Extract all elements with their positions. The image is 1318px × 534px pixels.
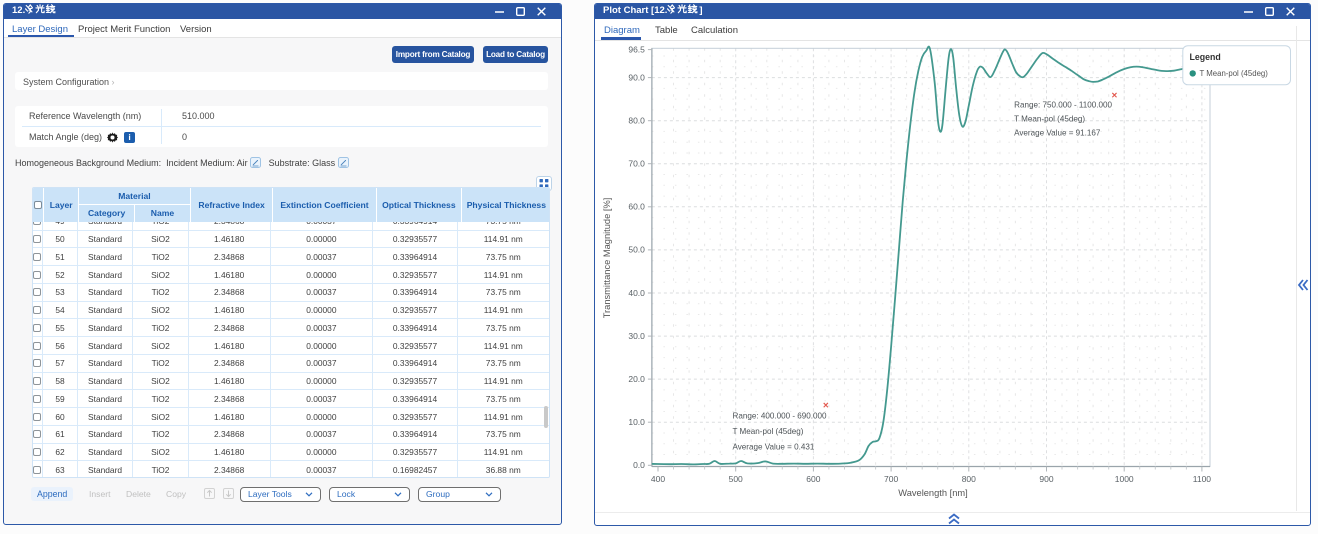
svg-text:Transmittance Magnitude [%]: Transmittance Magnitude [%]: [602, 198, 612, 319]
svg-text:90.0: 90.0: [628, 72, 645, 82]
svg-text:40.0: 40.0: [628, 288, 645, 298]
svg-text:T Mean-pol (45deg): T Mean-pol (45deg): [1200, 69, 1269, 78]
svg-text:Legend: Legend: [1190, 52, 1221, 62]
svg-text:20.0: 20.0: [628, 374, 645, 384]
svg-text:×: ×: [823, 401, 829, 412]
svg-text:60.0: 60.0: [628, 202, 645, 212]
svg-text:900: 900: [1039, 474, 1053, 484]
svg-text:1000: 1000: [1115, 474, 1134, 484]
svg-text:800: 800: [962, 474, 976, 484]
svg-text:500: 500: [729, 474, 743, 484]
svg-text:Average Value = 91.167: Average Value = 91.167: [1014, 128, 1101, 137]
svg-text:10.0: 10.0: [628, 417, 645, 427]
svg-text:Range: 750.000 - 1100.000: Range: 750.000 - 1100.000: [1014, 100, 1112, 109]
svg-text:Average Value = 0.431: Average Value = 0.431: [733, 442, 815, 451]
svg-text:50.0: 50.0: [628, 245, 645, 255]
svg-text:70.0: 70.0: [628, 159, 645, 169]
svg-text:700: 700: [884, 474, 898, 484]
svg-text:T Mean-pol (45deg): T Mean-pol (45deg): [1014, 114, 1085, 123]
svg-text:30.0: 30.0: [628, 331, 645, 341]
svg-text:80.0: 80.0: [628, 116, 645, 126]
svg-text:0.0: 0.0: [633, 460, 645, 470]
svg-text:Wavelength [nm]: Wavelength [nm]: [898, 488, 967, 498]
svg-text:1100: 1100: [1193, 474, 1212, 484]
svg-text:×: ×: [1112, 91, 1118, 102]
svg-text:T Mean-pol (45deg): T Mean-pol (45deg): [733, 427, 804, 436]
svg-text:600: 600: [806, 474, 820, 484]
svg-text:Range: 400.000 - 690.000: Range: 400.000 - 690.000: [733, 412, 828, 421]
svg-text:96.5: 96.5: [628, 44, 645, 54]
svg-text:400: 400: [651, 474, 665, 484]
